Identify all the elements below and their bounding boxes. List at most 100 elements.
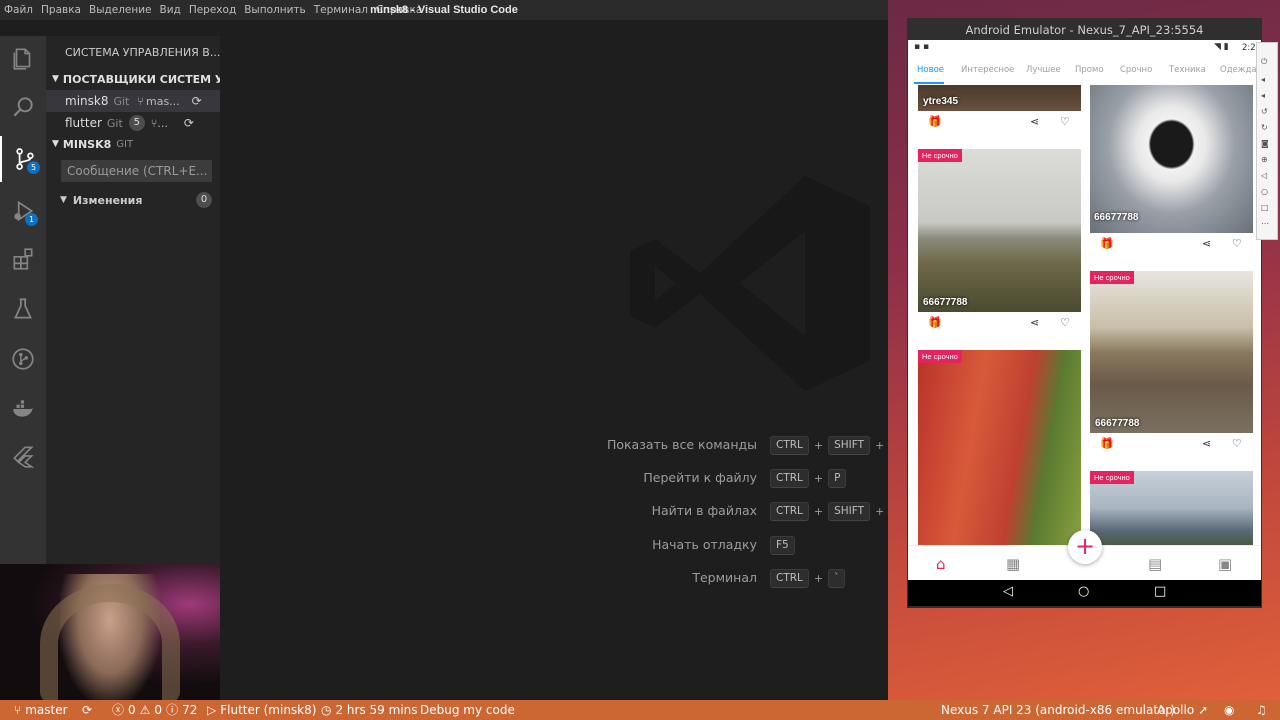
notifications-button[interactable]: ♫	[1256, 700, 1267, 720]
share-icon[interactable]: ⋖	[1202, 437, 1211, 450]
share-icon[interactable]: ⋖	[1030, 115, 1039, 128]
tab-promo[interactable]: Промо	[1075, 58, 1104, 82]
time-tracker[interactable]: ◷ 2 hrs 59 mins	[321, 700, 418, 720]
run-debug-button[interactable]: 1	[0, 188, 46, 234]
shortcut-keys: CTRL + `	[770, 568, 846, 588]
tab-tech[interactable]: Техника	[1169, 58, 1206, 82]
gift-icon[interactable]: 🎁	[928, 316, 942, 329]
shortcut-row: Найти в файлах CTRL+ SHIFT+ F	[0, 501, 908, 521]
testing-button[interactable]	[0, 286, 46, 332]
home-icon[interactable]: ○	[1261, 187, 1268, 196]
gift-icon[interactable]: 🎁	[1100, 237, 1114, 250]
tab-best[interactable]: Лучшее	[1026, 58, 1061, 82]
category-tabs: Новое Интересное Лучшее Промо Срочно Тех…	[908, 58, 1261, 86]
shortcut-row: Показать все команды CTRL+ SHIFT+ P	[0, 435, 908, 455]
scm-badge: 5	[27, 161, 40, 174]
card-caption: ytre345	[923, 96, 959, 107]
profile-icon[interactable]: ▣	[1218, 555, 1232, 573]
heart-icon[interactable]: ♡	[1232, 237, 1242, 250]
zoom-icon[interactable]: ⊕	[1261, 155, 1268, 164]
status-bar: ⑂ master ⟳ ⓧ 0 ⚠ 0 ⓘ 72 ▷ Flutter (minsk…	[0, 700, 1280, 720]
wifi-icon: ◥ ▮	[1214, 42, 1229, 52]
device-selector[interactable]: Nexus 7 API 23 (android-x86 emulator)	[941, 700, 1175, 720]
key: F5	[770, 535, 795, 555]
run-config-label: Flutter (minsk8)	[220, 703, 317, 717]
device-label: Nexus 7 API 23 (android-x86 emulator)	[941, 703, 1176, 717]
heart-icon[interactable]: ♡	[1232, 437, 1242, 450]
tab-new[interactable]: Новое	[917, 58, 944, 82]
sync-icon[interactable]: ⟳	[192, 94, 202, 108]
camera-icon[interactable]: ◙	[1261, 139, 1269, 148]
key: `	[828, 568, 846, 588]
home-icon[interactable]: ⌂	[936, 555, 946, 573]
source-control-button[interactable]: 5	[0, 136, 48, 182]
recents-icon[interactable]: □	[1154, 584, 1166, 599]
shortcut-keys: CTRL+ SHIFT+ F	[770, 501, 908, 521]
back-icon[interactable]: ◁	[1261, 171, 1267, 180]
provider-row-minsk8[interactable]: minsk8 Git ⑂ mas... ⟳	[46, 90, 239, 112]
apollo-indicator[interactable]: Apollo ➚	[1157, 700, 1208, 720]
extensions-button[interactable]	[0, 236, 46, 282]
home-circle-icon[interactable]: ○	[1078, 584, 1089, 599]
provider-row-flutter[interactable]: flutter Git 5 ⑂ ... ⟳	[46, 112, 239, 134]
changes-group[interactable]: ▼ Изменения 0	[46, 189, 234, 211]
gift-icon[interactable]: 🎁	[1100, 437, 1114, 450]
broadcast-button[interactable]: ◉	[1224, 700, 1234, 720]
card-image	[1090, 85, 1253, 233]
card-actions: 🎁 ⋖ ♡	[918, 112, 1081, 134]
problems-indicator[interactable]: ⓧ 0 ⚠ 0 ⓘ 72	[112, 700, 197, 720]
shortcut-label: Терминал	[692, 570, 757, 585]
shortcut-label: Найти в файлах	[651, 503, 757, 518]
error-icon: ⓧ	[112, 703, 125, 717]
chevron-down-icon: ▼	[60, 195, 67, 205]
heart-icon[interactable]: ♡	[1060, 316, 1070, 329]
window-title: minsk8 - Visual Studio Code	[370, 4, 518, 16]
debug-mode[interactable]: Debug my code	[420, 700, 515, 720]
power-icon[interactable]: ⏻	[1261, 57, 1267, 67]
info-icon: ⓘ	[166, 703, 179, 717]
share-icon[interactable]: ⋖	[1030, 316, 1039, 329]
search-icon	[13, 97, 33, 117]
history-icon: ◷	[321, 703, 332, 717]
chat-icon[interactable]: ▤	[1148, 555, 1162, 573]
overview-icon[interactable]: □	[1261, 203, 1269, 212]
shortcut-label: Перейти к файлу	[643, 470, 757, 485]
rocket-icon: ➚	[1198, 703, 1209, 717]
volume-up-icon[interactable]: ◂	[1261, 75, 1265, 84]
widgets-icon[interactable]: ▦	[1006, 555, 1020, 573]
volume-down-icon[interactable]: ◂	[1261, 91, 1265, 100]
sync-icon[interactable]: ⟳	[184, 116, 194, 130]
urgency-tag: Не срочно	[1090, 471, 1134, 484]
search-button[interactable]	[0, 84, 46, 130]
add-button[interactable]: +	[1068, 530, 1102, 564]
providers-header[interactable]: ▼ ПОСТАВЩИКИ СИСТЕМ УП...	[46, 68, 226, 90]
branch-icon: ⑂	[150, 116, 158, 130]
tab-urgent[interactable]: Срочно	[1120, 58, 1152, 82]
branch-icon: ⑂	[137, 94, 144, 108]
emulator-toolbar: ⏻ ◂ ◂ ↺ ↻ ◙ ⊕ ◁ ○ □ ⋯	[1256, 42, 1278, 240]
share-icon[interactable]: ⋖	[1202, 237, 1211, 250]
urgency-tag: Не срочно	[918, 350, 962, 363]
back-icon[interactable]: ◁	[1003, 584, 1013, 599]
git-graph-button[interactable]	[0, 336, 46, 382]
gift-icon[interactable]: 🎁	[928, 115, 942, 128]
sync-icon: ⟳	[82, 703, 93, 717]
chevron-down-icon: ▼	[52, 74, 59, 84]
title-spacer	[0, 20, 888, 36]
rotate-right-icon[interactable]: ↻	[1261, 123, 1268, 132]
explorer-button[interactable]	[0, 36, 46, 82]
commit-message-input[interactable]: Сообщение (CTRL+E...	[61, 160, 212, 182]
run-config[interactable]: ▷ Flutter (minsk8)	[207, 700, 316, 720]
rotate-left-icon[interactable]: ↺	[1261, 107, 1268, 116]
tab-interesting[interactable]: Интересное	[961, 58, 1014, 82]
sidebar-title: СИСТЕМА УПРАВЛЕНИЯ В...	[46, 41, 239, 63]
providers-header-text: ПОСТАВЩИКИ СИСТЕМ УП...	[62, 72, 226, 86]
repo-header[interactable]: ▼ MINSK8 GIT	[46, 133, 226, 155]
presenter-hair	[40, 584, 180, 700]
tab-clothes[interactable]: Одежда	[1220, 58, 1257, 82]
more-icon[interactable]: ⋯	[1261, 219, 1269, 228]
branch-indicator[interactable]: ⑂ master	[14, 700, 68, 720]
sync-button[interactable]: ⟳	[82, 700, 92, 720]
docker-button[interactable]	[0, 386, 46, 432]
heart-icon[interactable]: ♡	[1060, 115, 1070, 128]
